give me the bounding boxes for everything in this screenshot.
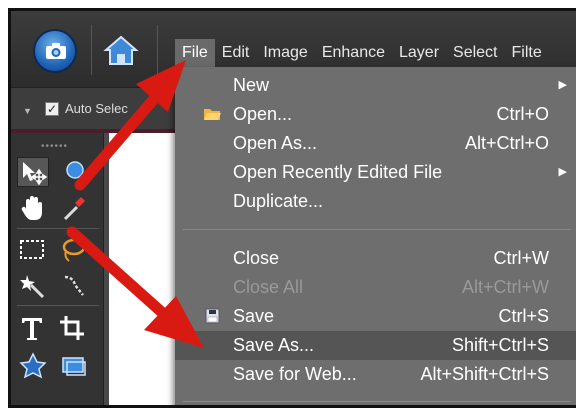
folder-icon xyxy=(204,109,221,120)
collapse-triangle-icon[interactable]: ▼ xyxy=(23,106,32,116)
menu-item-label: Duplicate... xyxy=(233,191,324,211)
menu-item-open-recently-edited[interactable]: Open Recently Edited File ▶ xyxy=(175,158,576,187)
move-tool[interactable] xyxy=(17,157,49,187)
menu-item-label: Open As... xyxy=(233,133,318,153)
menu-select[interactable]: Select xyxy=(446,39,504,67)
straighten-tool[interactable] xyxy=(57,351,89,381)
menu-item-close-all: Close All Alt+Ctrl+W xyxy=(175,273,576,302)
menu-bar: File Edit Image Enhance Layer Select Fil… xyxy=(175,39,549,67)
move-tool-icon xyxy=(23,162,48,186)
menu-item-label: Open Recently Edited File xyxy=(233,162,443,182)
menu-image[interactable]: Image xyxy=(256,39,314,67)
submenu-arrow-icon: ▶ xyxy=(558,166,567,178)
file-menu-dropdown: New ▶ Open... Ctrl+O Open As... Alt+Ctrl… xyxy=(175,67,576,405)
organizer-button[interactable] xyxy=(33,29,77,73)
selection-brush-tool[interactable] xyxy=(57,271,89,301)
straighten-icon xyxy=(62,357,86,376)
type-tool-icon xyxy=(22,318,42,340)
camera-icon xyxy=(46,43,66,59)
auto-select-checkbox[interactable]: ✓ xyxy=(45,102,59,116)
menu-item-close[interactable]: Close Ctrl+W xyxy=(175,244,576,273)
menu-item-label: Save As... xyxy=(233,335,315,355)
menu-item-save-as[interactable]: Save As... Shift+Ctrl+S xyxy=(175,331,576,360)
lasso-icon xyxy=(62,238,86,262)
lasso-tool[interactable] xyxy=(57,235,89,265)
quick-selection-tool[interactable] xyxy=(57,157,89,187)
home-button[interactable] xyxy=(103,33,139,69)
menu-file[interactable]: File xyxy=(175,39,215,67)
menu-item-shortcut: Alt+Ctrl+O xyxy=(464,133,549,153)
menu-item-save-for-web[interactable]: Save for Web... Alt+Shift+Ctrl+S xyxy=(175,360,576,389)
menu-item-label: New xyxy=(233,75,270,95)
toolbox-divider xyxy=(17,228,99,229)
menu-edit[interactable]: Edit xyxy=(215,39,257,67)
marquee-tool[interactable] xyxy=(17,235,49,265)
menu-item-shortcut: Ctrl+W xyxy=(493,248,550,268)
editor-window: File Edit Image Enhance Layer Select Fil… xyxy=(8,8,576,408)
menu-item-label: Save for Web... xyxy=(233,364,357,384)
menu-item-save[interactable]: Save Ctrl+S xyxy=(175,302,576,331)
menu-item-shortcut: Alt+Shift+Ctrl+S xyxy=(420,364,549,384)
menu-item-label: Close All xyxy=(233,277,304,297)
crop-tool-icon xyxy=(60,316,84,340)
menu-item-duplicate[interactable]: Duplicate... xyxy=(175,187,576,216)
marquee-icon xyxy=(20,240,44,259)
eyedropper-tool[interactable] xyxy=(57,193,89,223)
type-tool[interactable] xyxy=(17,313,49,343)
menu-item-shortcut: Alt+Ctrl+W xyxy=(461,277,549,297)
menu-item-new[interactable]: New ▶ xyxy=(175,71,576,100)
cookie-cutter-tool[interactable] xyxy=(17,351,49,381)
floppy-disk-icon xyxy=(205,308,220,324)
app-bar-divider xyxy=(157,25,158,75)
menu-item-label: Save xyxy=(233,306,275,326)
crop-tool[interactable] xyxy=(57,313,89,343)
menu-item-label: Close xyxy=(233,248,280,268)
selection-brush-icon xyxy=(64,275,84,296)
toolbox-divider xyxy=(17,305,99,306)
menu-item-open-as[interactable]: Open As... Alt+Ctrl+O xyxy=(175,129,576,158)
quick-selection-icon xyxy=(66,161,84,179)
menu-item-open[interactable]: Open... Ctrl+O xyxy=(175,100,576,129)
menu-enhance[interactable]: Enhance xyxy=(315,39,392,67)
menu-item-shortcut: Ctrl+S xyxy=(498,306,549,326)
magic-wand-icon xyxy=(20,275,45,299)
menu-separator xyxy=(183,229,571,230)
hand-tool[interactable] xyxy=(17,193,49,223)
app-bar-divider xyxy=(91,25,92,75)
toolbox-grip[interactable]: •••••• xyxy=(41,141,68,152)
menu-filter[interactable]: Filte xyxy=(505,39,549,67)
home-icon xyxy=(103,35,139,65)
cookie-cutter-icon xyxy=(19,352,47,379)
auto-select-label: Auto Selec xyxy=(65,101,128,116)
magic-wand-tool[interactable] xyxy=(17,271,49,301)
hand-tool-icon xyxy=(21,196,42,220)
menu-layer[interactable]: Layer xyxy=(392,39,446,67)
menu-item-shortcut: Shift+Ctrl+S xyxy=(451,335,549,355)
menu-item-label: Open... xyxy=(233,104,293,124)
eyedropper-icon xyxy=(63,197,85,221)
menu-item-shortcut: Ctrl+O xyxy=(496,104,549,124)
toolbox: •••••• xyxy=(11,133,104,405)
submenu-arrow-icon: ▶ xyxy=(558,79,567,91)
menu-separator xyxy=(183,401,571,402)
